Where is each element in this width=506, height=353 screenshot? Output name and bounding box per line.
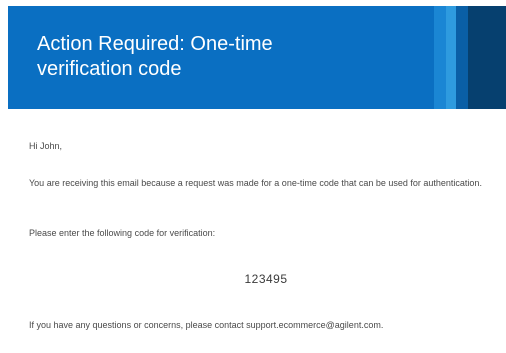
support-contact-text: If you have any questions or concerns, p… xyxy=(29,320,384,330)
email-title: Action Required: One-time verification c… xyxy=(37,32,417,82)
request-explanation-text: You are receiving this email because a r… xyxy=(29,178,482,188)
greeting-text: Hi John, xyxy=(29,141,63,151)
email-title-line2: verification code xyxy=(37,58,182,80)
banner-stripe xyxy=(434,6,446,109)
verification-code: 123495 xyxy=(244,272,288,286)
instruction-text: Please enter the following code for veri… xyxy=(29,228,216,238)
email-message: Action Required: One-time verification c… xyxy=(0,0,506,353)
banner-stripe xyxy=(468,6,506,109)
email-title-line1: Action Required: One-time xyxy=(37,33,273,55)
banner-stripe xyxy=(446,6,456,109)
email-header-banner: Action Required: One-time verification c… xyxy=(8,6,506,109)
banner-stripe xyxy=(456,6,468,109)
